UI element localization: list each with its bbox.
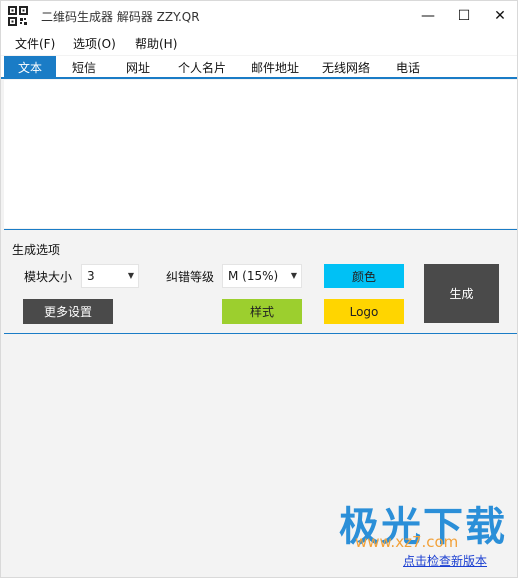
menu-bar: 文件(F) 选项(O) 帮助(H): [1, 31, 517, 55]
section-title: 生成选项: [12, 243, 61, 257]
minimize-icon: —: [421, 8, 435, 24]
title-bar: 二维码生成器 解码器 ZZY.QR — ☐ ✕: [1, 1, 517, 31]
app-window: 二维码生成器 解码器 ZZY.QR — ☐ ✕ 文件(F) 选项(O) 帮助(H…: [0, 0, 518, 578]
error-level-value: M (15%): [228, 269, 279, 283]
tab-business-card[interactable]: 个人名片: [171, 56, 233, 78]
menu-options[interactable]: 选项(O): [73, 35, 116, 52]
watermark-url: www.xz7.com: [355, 533, 459, 551]
style-button[interactable]: 样式: [222, 299, 302, 324]
maximize-button[interactable]: ☐: [446, 1, 482, 31]
tab-wifi[interactable]: 无线网络: [315, 56, 377, 78]
tab-sms[interactable]: 短信: [61, 56, 107, 78]
logo-button[interactable]: Logo: [324, 299, 404, 324]
tab-text[interactable]: 文本: [4, 56, 56, 78]
module-size-value: 3: [87, 269, 95, 283]
close-button[interactable]: ✕: [482, 1, 518, 31]
tab-bar: 文本 短信 网址 个人名片 邮件地址 无线网络 电话: [1, 56, 517, 79]
more-settings-button[interactable]: 更多设置: [23, 299, 113, 324]
generate-button[interactable]: 生成: [424, 264, 499, 323]
chevron-down-icon: ▼: [290, 271, 297, 280]
divider: [4, 229, 517, 230]
color-button[interactable]: 颜色: [324, 264, 404, 288]
check-update-link[interactable]: 点击检查新版本: [403, 552, 487, 569]
close-icon: ✕: [494, 8, 506, 24]
tab-phone[interactable]: 电话: [386, 56, 430, 78]
chevron-down-icon: ▼: [127, 271, 134, 280]
divider: [4, 333, 517, 334]
menu-help[interactable]: 帮助(H): [135, 35, 177, 52]
window-title: 二维码生成器 解码器 ZZY.QR: [41, 10, 200, 24]
error-level-label: 纠错等级: [166, 270, 215, 284]
maximize-icon: ☐: [457, 8, 471, 24]
qr-code-icon: [8, 6, 28, 26]
module-size-label: 模块大小: [24, 270, 73, 284]
minimize-button[interactable]: —: [410, 1, 446, 31]
content-textarea[interactable]: [4, 80, 517, 228]
error-level-select[interactable]: M (15%) ▼: [222, 264, 302, 288]
module-size-select[interactable]: 3 ▼: [81, 264, 139, 288]
tab-url[interactable]: 网址: [116, 56, 160, 78]
tab-email[interactable]: 邮件地址: [244, 56, 306, 78]
menu-file[interactable]: 文件(F): [15, 35, 55, 52]
